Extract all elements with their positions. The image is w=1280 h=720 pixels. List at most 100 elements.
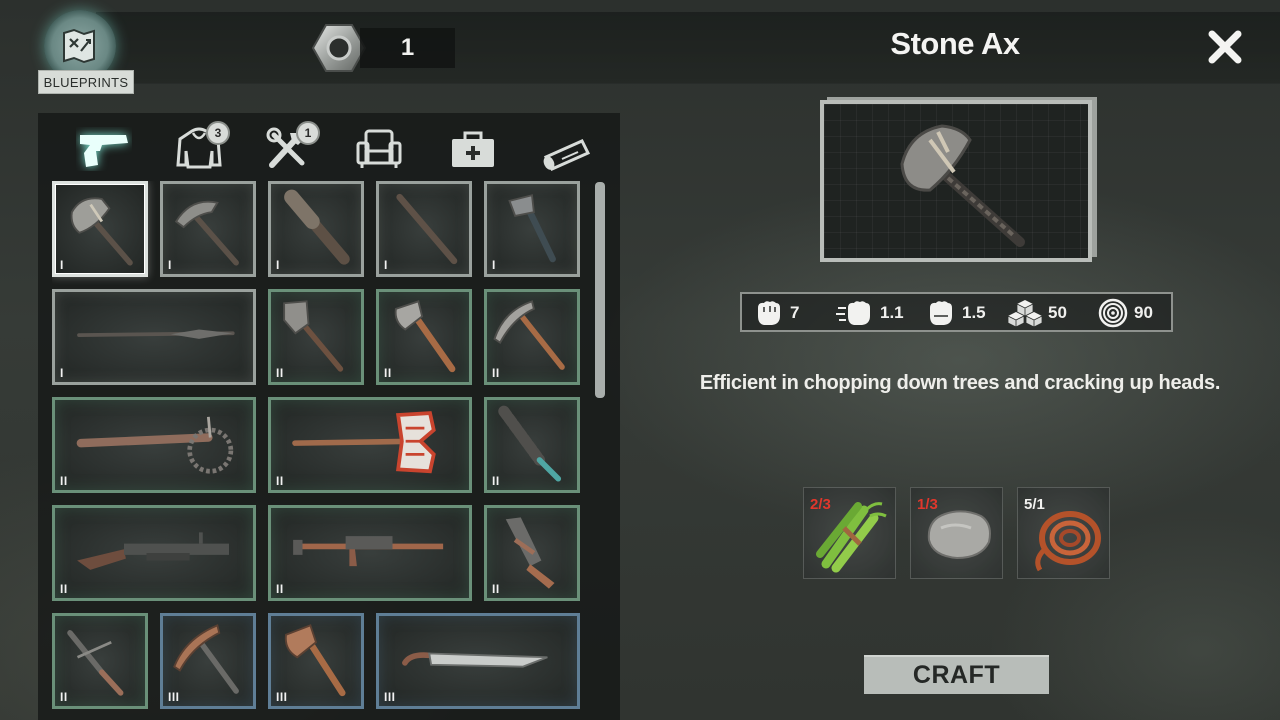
top-bar: BLUEPRINTS 1 Stone Ax	[0, 0, 1280, 100]
stone-pickaxe-icon	[174, 200, 239, 266]
stats-bar: 7 1.1 1.5 50 90	[740, 292, 1173, 332]
grid-item-shovel[interactable]: II	[268, 289, 364, 385]
tier-label: I	[60, 366, 64, 380]
grid-item-steel-axe[interactable]: III	[268, 613, 364, 709]
tab-weapons[interactable]	[64, 121, 134, 175]
tier-label: II	[276, 582, 284, 596]
stat-stamina: 1.5	[924, 298, 986, 328]
stone-ax-preview-icon	[900, 124, 1025, 247]
grid-item-spear[interactable]: I	[52, 289, 256, 385]
stone-ax-icon	[70, 197, 133, 266]
pipe-rifle-icon	[293, 536, 444, 567]
tier-label: I	[276, 258, 280, 272]
stat-accuracy: 90	[1098, 298, 1153, 328]
grid-item-stone-pickaxe[interactable]: I	[160, 181, 256, 277]
close-icon[interactable]	[1204, 26, 1246, 68]
armchair-icon	[356, 129, 402, 168]
grid-item-wooden-club[interactable]: I	[268, 181, 364, 277]
pipe-pistol-icon	[505, 517, 555, 589]
spear-icon	[77, 329, 235, 339]
tab-furniture[interactable]	[342, 121, 412, 175]
tier-label: II	[492, 474, 500, 488]
grid-item-spiked-club[interactable]: II	[52, 397, 256, 493]
tier-label: II	[492, 582, 500, 596]
fire-axe-icon	[394, 300, 456, 373]
nut-count: 1	[360, 28, 455, 68]
hatchet-icon	[508, 194, 556, 263]
machete-icon	[402, 652, 548, 668]
grid-item-pipe-pistol[interactable]: II	[484, 505, 580, 601]
grid-item-fire-axe[interactable]: II	[376, 289, 472, 385]
blueprint-list-panel: 3 1 I I I I I I II II II II II II II II …	[38, 113, 620, 720]
cubes-durability-icon	[1008, 300, 1042, 328]
item-preview-frame	[820, 100, 1092, 262]
tier-label: I	[168, 258, 172, 272]
stat-durability-value: 50	[1048, 303, 1067, 322]
tier-label: I	[492, 258, 496, 272]
target-accuracy-icon	[1098, 298, 1128, 328]
tier-label: II	[492, 366, 500, 380]
wooden-stick-icon	[396, 193, 458, 265]
tier-label: II	[60, 690, 68, 704]
material-stone[interactable]: 1/3	[910, 487, 1003, 579]
item-description: Efficient in chopping down trees and cra…	[699, 372, 1221, 394]
blueprints-label: BLUEPRINTS	[38, 70, 134, 94]
fist-speed-icon	[836, 301, 870, 325]
medkit-icon	[452, 131, 494, 167]
stat-stamina-value: 1.5	[962, 303, 986, 322]
grid-item-machete[interactable]: III	[376, 613, 580, 709]
pistol-icon	[80, 135, 128, 167]
material-bamboo[interactable]: 2/3	[803, 487, 896, 579]
grid-item-shotgun[interactable]: II	[52, 505, 256, 601]
tier-label: II	[60, 474, 68, 488]
grid-scrollbar[interactable]	[595, 182, 605, 398]
stat-durability: 50	[1008, 298, 1067, 328]
tier-label: I	[384, 258, 388, 272]
grid-item-pickaxe[interactable]: II	[484, 289, 580, 385]
grid-item-pipe-rifle[interactable]: II	[268, 505, 472, 601]
tools-badge: 1	[296, 121, 320, 145]
tier-label: II	[384, 366, 392, 380]
fist-stamina-icon	[930, 301, 952, 325]
grid-item-chain-mace[interactable]: II	[484, 397, 580, 493]
grid-item-wooden-stick[interactable]: I	[376, 181, 472, 277]
pickaxe-icon	[493, 300, 565, 370]
tier-label: II	[276, 474, 284, 488]
nut-icon	[311, 24, 367, 72]
tier-label: III	[384, 690, 396, 704]
tier-label: II	[60, 582, 68, 596]
scroll-icon	[543, 139, 591, 171]
tab-scrolls[interactable]	[526, 121, 596, 175]
grid-item-crossbow[interactable]: II	[52, 613, 148, 709]
craft-button[interactable]: CRAFT	[864, 655, 1049, 694]
blueprint-grid: I I I I I I II II II II II II II II II I…	[52, 181, 582, 720]
shotgun-icon	[77, 532, 229, 570]
tier-label: III	[168, 690, 180, 704]
tier-label: I	[60, 258, 64, 272]
stat-speed-value: 1.1	[880, 303, 904, 322]
material-rope[interactable]: 5/1	[1017, 487, 1110, 579]
shovel-icon	[283, 300, 344, 372]
stone-count: 1/3	[917, 496, 938, 513]
blueprints-button[interactable]: BLUEPRINTS	[38, 10, 134, 96]
stat-damage-value: 7	[790, 303, 800, 322]
fist-damage-icon	[758, 301, 780, 325]
stop-sign-axe-icon	[292, 411, 436, 474]
stat-speed: 1.1	[836, 298, 904, 328]
crossbow-icon	[67, 630, 124, 696]
spiked-club-icon	[76, 416, 234, 474]
rope-count: 5/1	[1024, 496, 1045, 513]
grid-item-stop-sign-axe[interactable]: II	[268, 397, 472, 493]
tier-label: III	[276, 690, 288, 704]
clothing-badge: 3	[206, 121, 230, 145]
bamboo-count: 2/3	[810, 496, 831, 513]
wooden-club-icon	[284, 189, 350, 265]
tier-label: II	[276, 366, 284, 380]
grid-item-steel-pickaxe[interactable]: III	[160, 613, 256, 709]
grid-item-stone-ax[interactable]: I	[52, 181, 148, 277]
tab-medical[interactable]	[436, 121, 506, 175]
grid-item-hatchet[interactable]: I	[484, 181, 580, 277]
stat-accuracy-value: 90	[1134, 303, 1153, 322]
tab-clothing[interactable]: 3	[162, 121, 232, 175]
tab-tools[interactable]: 1	[252, 121, 322, 175]
